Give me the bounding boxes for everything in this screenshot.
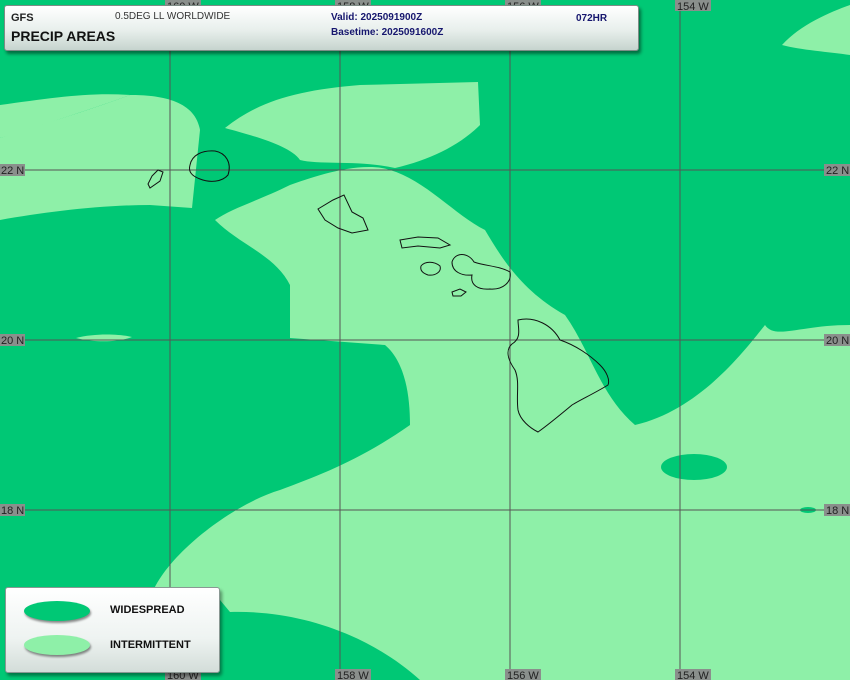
lat-label-right-20: 20 N xyxy=(826,335,849,347)
legend-swatch-intermittent xyxy=(24,635,90,655)
map-header: GFS 0.5DEG LL WORLDWIDE PRECIP AREAS Val… xyxy=(4,5,639,51)
model-name: GFS xyxy=(11,12,34,24)
lon-label-top-154: 154 W xyxy=(677,1,709,13)
base-time: Basetime: 2025091600Z xyxy=(331,27,444,38)
legend: WIDESPREAD INTERMITTENT xyxy=(5,587,220,673)
forecast-hour: 072HR xyxy=(576,13,608,24)
lat-label-left-18: 18 N xyxy=(1,505,24,517)
lat-label-left-22: 22 N xyxy=(1,165,24,177)
lon-label-bottom-158: 158 W xyxy=(337,670,369,680)
legend-label-intermittent: INTERMITTENT xyxy=(110,639,191,651)
precip-map: 160 W 158 W 156 W 154 W 160 W 158 W 156 … xyxy=(0,0,850,680)
product-title: PRECIP AREAS xyxy=(11,28,116,44)
valid-time: Valid: 2025091900Z xyxy=(331,12,423,23)
lat-label-right-22: 22 N xyxy=(826,165,849,177)
legend-swatch-widespread xyxy=(24,601,90,621)
lon-label-bottom-154: 154 W xyxy=(677,670,709,680)
legend-label-widespread: WIDESPREAD xyxy=(110,604,185,616)
grid-name: 0.5DEG LL WORLDWIDE xyxy=(115,11,231,22)
lat-label-left-20: 20 N xyxy=(1,335,24,347)
lon-label-bottom-156: 156 W xyxy=(507,670,539,680)
widespread-patch-east xyxy=(661,454,727,480)
lat-label-right-18: 18 N xyxy=(826,505,849,517)
